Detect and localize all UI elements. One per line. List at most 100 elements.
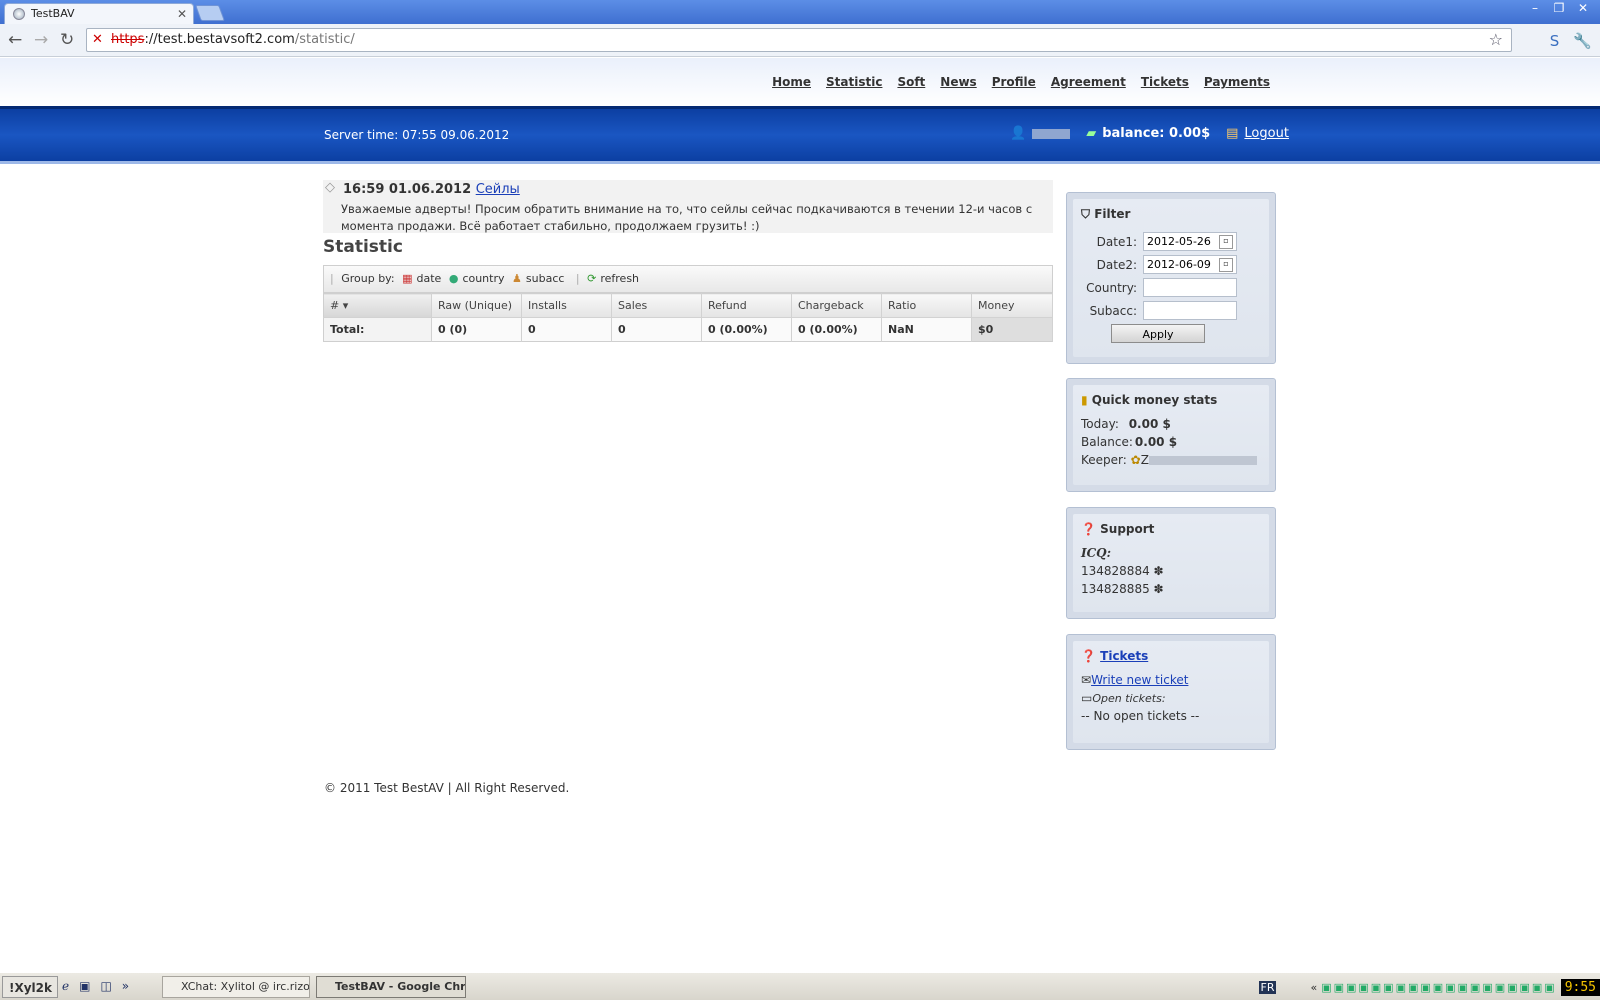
col-chargeback[interactable]: Chargeback (791, 293, 882, 318)
os-taskbar: !Xyl2k ℯ ▣ ◫ » XChat: Xylitol @ irc.rizo… (0, 972, 1600, 1000)
tab-title: TestBAV (31, 7, 75, 20)
nav-tickets[interactable]: Tickets (1141, 75, 1189, 89)
col-money[interactable]: Money (971, 293, 1053, 318)
skype-icon[interactable]: S (1550, 32, 1560, 50)
write-new-ticket-link[interactable]: Write new ticket (1091, 673, 1188, 687)
window-controls: – ❐ ✕ (1524, 0, 1594, 16)
group-country-button[interactable]: country (462, 272, 504, 285)
total-money: $0 (971, 317, 1053, 342)
minimize-icon[interactable]: – (1524, 0, 1546, 16)
chevron-icon[interactable]: » (122, 979, 129, 993)
nav-payments[interactable]: Payments (1204, 75, 1270, 89)
subacc-label: Subacc: (1089, 303, 1137, 318)
keeper-redacted (1148, 456, 1257, 465)
subacc-input[interactable] (1143, 301, 1237, 320)
total-chargeback: 0 (0.00%) (791, 317, 882, 342)
ie-icon[interactable]: ℯ (62, 979, 69, 993)
news-link[interactable]: Сейлы (476, 182, 520, 197)
new-tab-button[interactable] (195, 5, 225, 21)
logout-icon: ▤ (1226, 126, 1239, 141)
help-icon: ❓ (1081, 522, 1096, 536)
col-installs[interactable]: Installs (521, 293, 612, 318)
statistic-table: # ▾ Raw (Unique) Installs Sales Refund C… (323, 293, 1053, 342)
open-tickets-label: Open tickets: (1092, 692, 1166, 705)
nav-statistic[interactable]: Statistic (826, 75, 882, 89)
keeper-label: Keeper: (1081, 453, 1127, 467)
col-sales[interactable]: Sales (611, 293, 702, 318)
balance-value: 0.00 $ (1134, 435, 1178, 449)
close-window-icon[interactable]: ✕ (1572, 0, 1594, 16)
back-arrow-icon[interactable]: ← (8, 31, 22, 49)
today-value: 0.00 $ (1128, 417, 1171, 431)
balance-text: balance: 0.00$ (1102, 126, 1211, 141)
date2-label: Date2: (1096, 257, 1137, 272)
url-protocol: https (111, 32, 145, 47)
col-raw[interactable]: Raw (Unique) (431, 293, 522, 318)
group-date-button[interactable]: date (417, 272, 442, 285)
table-header-row: # ▾ Raw (Unique) Installs Sales Refund C… (323, 293, 1053, 318)
total-refund: 0 (0.00%) (701, 317, 792, 342)
tray-expand-icon[interactable]: « (1310, 981, 1317, 994)
col-number[interactable]: # ▾ (323, 293, 432, 318)
address-bar[interactable]: ✕ https://test.bestavsoft2.com/statistic… (86, 28, 1512, 52)
tickets-panel: ❓ Tickets ✉Write new ticket ▭Open ticket… (1066, 634, 1276, 750)
nav-soft[interactable]: Soft (897, 75, 925, 89)
support-title: Support (1100, 522, 1155, 536)
money-panel: ▮ Quick money stats Today: 0.00 $ Balanc… (1066, 378, 1276, 492)
desktop-icon[interactable]: ▣ (79, 979, 90, 993)
nav-home[interactable]: Home (772, 75, 811, 89)
tickets-title-link[interactable]: Tickets (1100, 649, 1148, 663)
forward-arrow-icon[interactable]: → (34, 31, 48, 49)
help-icon: ❓ (1081, 649, 1096, 663)
total-installs: 0 (521, 317, 612, 342)
country-input[interactable] (1143, 278, 1237, 297)
restore-icon[interactable]: ❐ (1548, 0, 1570, 16)
support-panel: ❓ Support ICQ: 134828884 ✽ 134828885 ✽ (1066, 507, 1276, 619)
clock: 9:55 (1560, 978, 1600, 996)
quick-launch: ℯ ▣ ◫ » (62, 979, 129, 993)
group-subacc-button[interactable]: subacc (526, 272, 565, 285)
col-refund[interactable]: Refund (701, 293, 792, 318)
calendar-picker-icon[interactable]: ▫ (1219, 234, 1233, 249)
calendar-picker-icon[interactable]: ▫ (1219, 257, 1233, 272)
toolbar-icons: S 🔧 (1550, 32, 1592, 50)
language-indicator[interactable]: FR (1258, 980, 1277, 994)
close-tab-icon[interactable]: ✕ (177, 4, 187, 24)
money-icon: ▰ (1086, 126, 1097, 141)
taskbar-xchat[interactable]: XChat: Xylitol @ irc.rizon.... (162, 976, 310, 998)
folder-icon: ▭ (1081, 691, 1093, 705)
logout-link[interactable]: Logout (1244, 126, 1289, 141)
filter-icon: ⛉ (1081, 207, 1091, 221)
nav-profile[interactable]: Profile (992, 75, 1036, 89)
reload-icon[interactable]: ↻ (60, 31, 74, 49)
globe-icon (13, 8, 25, 20)
news-block: ◇ 16:59 01.06.2012 Сейлы Уважаемые адвер… (323, 180, 1053, 233)
nav-news[interactable]: News (940, 75, 976, 89)
browser-titlebar: TestBAV ✕ – ❐ ✕ (0, 0, 1600, 24)
start-button[interactable]: !Xyl2k (2, 976, 58, 998)
filter-title: Filter (1094, 207, 1131, 221)
user-box: 👤 ▰ balance: 0.00$ ▤ Logout (1010, 126, 1289, 141)
wrench-icon[interactable]: 🔧 (1573, 32, 1592, 50)
url-path: /statistic/ (294, 32, 355, 47)
nav-agreement[interactable]: Agreement (1051, 75, 1126, 89)
system-tray: FR « ▣▣▣▣▣▣▣▣▣▣▣▣▣▣▣▣▣▣▣ 9:55 (1258, 976, 1600, 998)
account-bar: Server time: 07:55 09.06.2012 👤 ▰ balanc… (0, 106, 1600, 164)
group-by-label: Group by: (341, 272, 395, 285)
no-open-tickets: -- No open tickets -- (1081, 709, 1200, 723)
calendar-icon: ▦ (402, 272, 413, 285)
news-datetime: 16:59 01.06.2012 (343, 182, 472, 197)
monitor-icon[interactable]: ◫ (100, 979, 111, 993)
user-icon: 👤 (1010, 126, 1027, 141)
users-icon: ♟ (512, 272, 522, 285)
bookmark-star-icon[interactable]: ☆ (1489, 29, 1503, 51)
browser-tab[interactable]: TestBAV ✕ (4, 3, 194, 24)
col-ratio[interactable]: Ratio (881, 293, 972, 318)
icq-number-1: 134828884 (1081, 564, 1150, 578)
taskbar-chrome[interactable]: TestBAV - Google Chr... (316, 976, 466, 998)
total-raw: 0 (0) (431, 317, 522, 342)
top-navigation: Home Statistic Soft News Profile Agreeme… (0, 58, 1600, 106)
refresh-button[interactable]: refresh (600, 272, 639, 285)
date1-label: Date1: (1096, 234, 1137, 249)
apply-button[interactable]: Apply (1111, 324, 1205, 343)
